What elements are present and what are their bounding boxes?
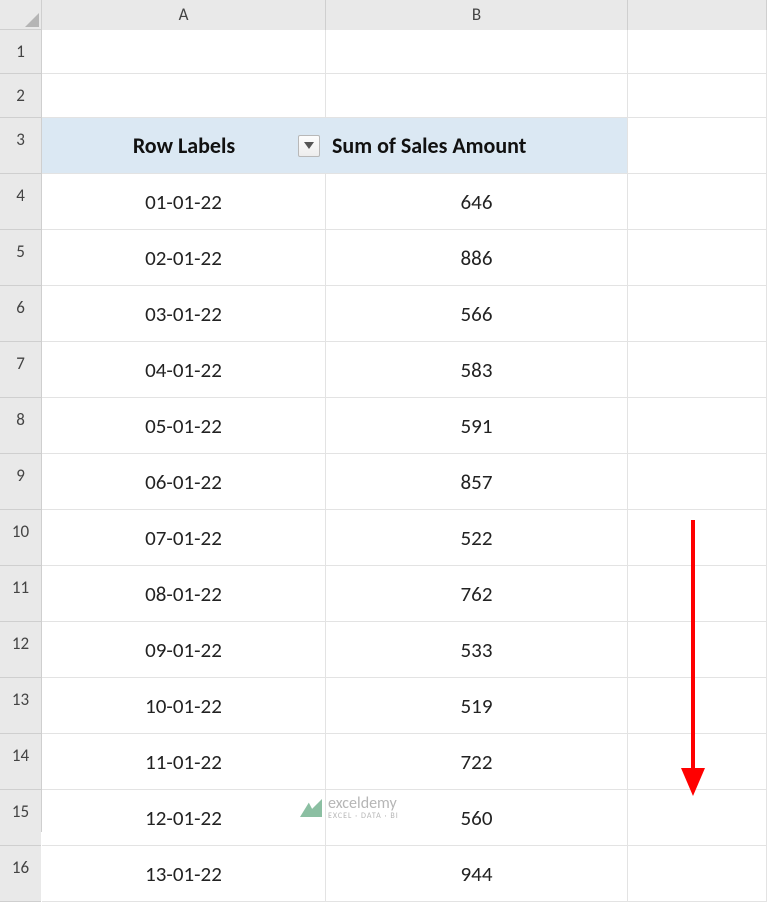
- pivot-data-row: 05-01-22 591: [42, 398, 767, 454]
- pivot-value-cell[interactable]: 583: [326, 342, 628, 397]
- pivot-header-row: Row Labels Sum of Sales Amount: [42, 118, 767, 174]
- pivot-data-row: 04-01-22 583: [42, 342, 767, 398]
- row-header-15[interactable]: 15: [0, 790, 41, 846]
- pivot-value-cell[interactable]: 857: [326, 454, 628, 509]
- cell-rest-1[interactable]: [628, 30, 767, 73]
- row-header-16[interactable]: 16: [0, 846, 41, 902]
- pivot-date-cell[interactable]: 08-01-22: [42, 566, 326, 621]
- pivot-value-cell[interactable]: 560: [326, 790, 628, 845]
- pivot-date-cell[interactable]: 07-01-22: [42, 510, 326, 565]
- cell-rest[interactable]: [628, 174, 767, 229]
- pivot-value-cell[interactable]: 533: [326, 622, 628, 677]
- grid-row-2: [42, 74, 767, 118]
- pivot-values-header-text: Sum of Sales Amount: [332, 132, 526, 159]
- pivot-row-labels-text: Row Labels: [133, 132, 235, 159]
- chevron-down-icon: [304, 142, 314, 149]
- pivot-date-cell[interactable]: 04-01-22: [42, 342, 326, 397]
- pivot-row-labels-header[interactable]: Row Labels: [42, 118, 326, 173]
- pivot-value-cell[interactable]: 522: [326, 510, 628, 565]
- pivot-value-cell[interactable]: 566: [326, 286, 628, 341]
- row-header-11[interactable]: 11: [0, 566, 41, 622]
- pivot-data-row: 12-01-22 560: [42, 790, 767, 846]
- pivot-data-row: 06-01-22 857: [42, 454, 767, 510]
- row-header-7[interactable]: 7: [0, 342, 41, 398]
- cell-rest[interactable]: [628, 790, 767, 845]
- cell-rest-3[interactable]: [628, 118, 767, 173]
- cell-A1[interactable]: [42, 30, 326, 73]
- pivot-data-row: 01-01-22 646: [42, 174, 767, 230]
- pivot-date-cell[interactable]: 06-01-22: [42, 454, 326, 509]
- cell-rest[interactable]: [628, 510, 767, 565]
- column-header-next[interactable]: [628, 0, 767, 30]
- pivot-date-cell[interactable]: 11-01-22: [42, 734, 326, 789]
- cell-rest[interactable]: [628, 622, 767, 677]
- cell-rest[interactable]: [628, 398, 767, 453]
- grid-cells: Row Labels Sum of Sales Amount 01-01-22 …: [42, 30, 767, 832]
- cell-rest[interactable]: [628, 734, 767, 789]
- pivot-filter-button[interactable]: [298, 135, 320, 157]
- pivot-date-cell[interactable]: 10-01-22: [42, 678, 326, 733]
- row-header-9[interactable]: 9: [0, 454, 41, 510]
- spreadsheet-view: A B 1 2 3 4 5 6 7 8 9 10 11 12 13 14 15 …: [0, 0, 767, 832]
- select-all-triangle-icon: [25, 13, 39, 27]
- cell-rest[interactable]: [628, 286, 767, 341]
- row-header-5[interactable]: 5: [0, 230, 41, 286]
- pivot-value-cell[interactable]: 591: [326, 398, 628, 453]
- pivot-value-cell[interactable]: 722: [326, 734, 628, 789]
- cell-B2[interactable]: [326, 74, 628, 117]
- pivot-data-row: 02-01-22 886: [42, 230, 767, 286]
- row-headers: 1 2 3 4 5 6 7 8 9 10 11 12 13 14 15 16: [0, 30, 42, 832]
- cell-rest[interactable]: [628, 454, 767, 509]
- pivot-date-cell[interactable]: 01-01-22: [42, 174, 326, 229]
- row-header-1[interactable]: 1: [0, 30, 41, 74]
- pivot-values-header[interactable]: Sum of Sales Amount: [326, 118, 628, 173]
- pivot-data-row: 10-01-22 519: [42, 678, 767, 734]
- pivot-data-row: 03-01-22 566: [42, 286, 767, 342]
- column-header-A[interactable]: A: [42, 0, 326, 30]
- pivot-value-cell[interactable]: 646: [326, 174, 628, 229]
- cell-rest[interactable]: [628, 678, 767, 733]
- pivot-date-cell[interactable]: 05-01-22: [42, 398, 326, 453]
- cell-rest[interactable]: [628, 846, 767, 901]
- cell-A2[interactable]: [42, 74, 326, 117]
- pivot-data-row: 13-01-22 944: [42, 846, 767, 902]
- pivot-date-cell[interactable]: 12-01-22: [42, 790, 326, 845]
- pivot-value-cell[interactable]: 519: [326, 678, 628, 733]
- pivot-data-row: 07-01-22 522: [42, 510, 767, 566]
- row-header-8[interactable]: 8: [0, 398, 41, 454]
- pivot-data-row: 09-01-22 533: [42, 622, 767, 678]
- pivot-date-cell[interactable]: 09-01-22: [42, 622, 326, 677]
- cell-rest[interactable]: [628, 342, 767, 397]
- row-header-12[interactable]: 12: [0, 622, 41, 678]
- cell-rest-2[interactable]: [628, 74, 767, 117]
- pivot-data-row: 08-01-22 762: [42, 566, 767, 622]
- row-header-14[interactable]: 14: [0, 734, 41, 790]
- row-header-13[interactable]: 13: [0, 678, 41, 734]
- pivot-value-cell[interactable]: 944: [326, 846, 628, 901]
- pivot-value-cell[interactable]: 886: [326, 230, 628, 285]
- pivot-date-cell[interactable]: 13-01-22: [42, 846, 326, 901]
- select-all-corner[interactable]: [0, 0, 42, 30]
- cell-B1[interactable]: [326, 30, 628, 73]
- pivot-date-cell[interactable]: 03-01-22: [42, 286, 326, 341]
- column-headers: A B: [42, 0, 767, 30]
- cell-rest[interactable]: [628, 230, 767, 285]
- pivot-data-row: 11-01-22 722: [42, 734, 767, 790]
- row-header-3[interactable]: 3: [0, 118, 41, 174]
- pivot-value-cell[interactable]: 762: [326, 566, 628, 621]
- grid-row-1: [42, 30, 767, 74]
- row-header-2[interactable]: 2: [0, 74, 41, 118]
- row-header-4[interactable]: 4: [0, 174, 41, 230]
- pivot-date-cell[interactable]: 02-01-22: [42, 230, 326, 285]
- row-header-6[interactable]: 6: [0, 286, 41, 342]
- column-header-B[interactable]: B: [326, 0, 628, 30]
- cell-rest[interactable]: [628, 566, 767, 621]
- row-header-10[interactable]: 10: [0, 510, 41, 566]
